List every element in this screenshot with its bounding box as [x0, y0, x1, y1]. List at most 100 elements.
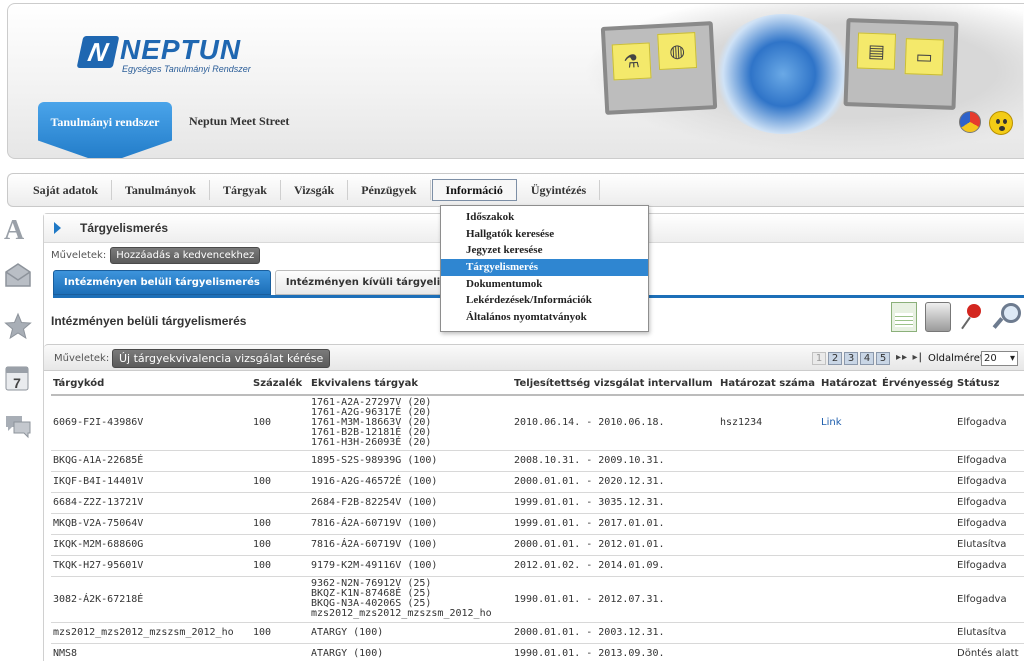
- cell-status: Elfogadva: [955, 576, 1024, 623]
- menu-penzugyek[interactable]: Pénzügyek: [348, 180, 431, 200]
- cell-interval: 1999.01.01. - 2017.01.01.: [512, 513, 718, 535]
- col-targykod[interactable]: Tárgykód: [51, 372, 251, 396]
- cell-pct: 100: [251, 395, 309, 451]
- cell-decision: [819, 450, 880, 472]
- add-to-favorites-button[interactable]: Hozzáadás a kedvencekhez: [110, 247, 261, 264]
- tab-internal-recognition[interactable]: Intézményen belüli tárgyelismerés: [53, 270, 271, 295]
- cell-interval: 1990.01.01. - 2013.09.30.: [512, 643, 718, 661]
- cell-decision: [819, 513, 880, 535]
- left-sidebar: A 7: [0, 210, 34, 661]
- col-hatarozat-szama[interactable]: Határozat száma: [718, 372, 819, 396]
- table-row[interactable]: TKQK-H27-95601V 100 9179-K2M-49116V (100…: [51, 555, 1024, 577]
- cell-equiv: ATARGY (100): [309, 622, 512, 644]
- cell-decision: [819, 471, 880, 493]
- cell-interval: 2008.10.31. - 2009.10.31.: [512, 450, 718, 472]
- cell-decision-no: [718, 643, 819, 661]
- mail-icon[interactable]: [4, 262, 31, 292]
- table-operations-label: Műveletek:: [54, 353, 110, 364]
- table-row[interactable]: NMS8 ATARGY (100) 1990.01.01. - 2013.09.…: [51, 643, 1024, 661]
- svg-text:7: 7: [13, 375, 21, 391]
- cell-equiv: 7816-Á2A-60719V (100): [309, 534, 512, 556]
- cell-code: NMS8: [51, 643, 251, 661]
- excel-export-icon[interactable]: [891, 302, 917, 332]
- dropdown-idoszakok[interactable]: Időszakok: [441, 209, 648, 226]
- col-hatarozat[interactable]: Határozat: [819, 372, 880, 396]
- page-5-button[interactable]: 5: [876, 352, 890, 365]
- title-arrow-icon: [54, 222, 61, 234]
- col-ekvivalens[interactable]: Ekvivalens tárgyak: [309, 372, 512, 396]
- dropdown-dokumentumok[interactable]: Dokumentumok: [441, 276, 648, 293]
- logo-text: NEPTUN: [120, 34, 242, 65]
- meet-street-link[interactable]: Neptun Meet Street: [189, 114, 289, 129]
- cell-status: Elfogadva: [955, 450, 1024, 472]
- dropdown-hallgatok-keresese[interactable]: Hallgatók keresése: [441, 226, 648, 243]
- cell-decision-no: [718, 492, 819, 514]
- page-3-button[interactable]: 3: [844, 352, 858, 365]
- menu-targyak[interactable]: Tárgyak: [210, 180, 281, 200]
- cell-status: Elutasítva: [955, 622, 1024, 644]
- dropdown-lekerdezesek[interactable]: Lekérdezések/Információk: [441, 292, 648, 309]
- cell-decision-no: [718, 622, 819, 644]
- table-row[interactable]: 6684-Z2Z-13721V 2684-F2B-82254V (100) 19…: [51, 492, 1024, 514]
- page-size-select[interactable]: 20: [981, 351, 1018, 366]
- chat-icon[interactable]: [4, 412, 31, 442]
- cell-validity: [880, 513, 955, 535]
- table-row[interactable]: IKQF-B4I-14401V 100 1916-A2G-46572É (100…: [51, 471, 1024, 493]
- cell-decision-no: [718, 450, 819, 472]
- dropdown-altalanos-nyomtatvanyok[interactable]: Általános nyomtatványok: [441, 309, 648, 326]
- cell-decision: [819, 576, 880, 623]
- page-2-button[interactable]: 2: [828, 352, 842, 365]
- cell-status: Döntés alatt: [955, 643, 1024, 661]
- dropdown-targyelismeres[interactable]: Tárgyelismerés: [441, 259, 648, 276]
- cell-status: Elutasítva: [955, 534, 1024, 556]
- new-request-button[interactable]: Új tárgyekvivalencia vizsgálat kérése: [112, 349, 331, 368]
- board-left-icon: ⚗ ◍: [600, 21, 718, 115]
- menu-vizsgak[interactable]: Vizsgák: [281, 180, 349, 200]
- page-1-button[interactable]: 1: [812, 352, 826, 365]
- cell-validity: [880, 576, 955, 623]
- table-row[interactable]: BKQG-A1A-22685É 1895-S2S-98939G (100) 20…: [51, 450, 1024, 472]
- col-statusz[interactable]: Státusz: [955, 372, 1024, 396]
- menu-informacio[interactable]: Információ: [431, 179, 517, 201]
- cell-equiv: 1761-A2A-27297V (20) 1761-A2G-96317É (20)…: [309, 395, 512, 451]
- cell-pct: 100: [251, 513, 309, 535]
- menu-tanulmanyok[interactable]: Tanulmányok: [112, 180, 210, 200]
- calendar-icon[interactable]: 7: [4, 362, 30, 392]
- print-icon[interactable]: [925, 302, 951, 332]
- col-ervenyesseg[interactable]: Érvényesség: [880, 372, 955, 396]
- table-row[interactable]: mzs2012_mzs2012_mzszsm_2012_ho 100 ATARG…: [51, 622, 1024, 644]
- cell-decision: [819, 534, 880, 556]
- page: N NEPTUN Egységes Tanulmányi Rendszer ⚗ …: [0, 0, 1024, 661]
- menu-sajat-adatok[interactable]: Saját adatok: [25, 180, 113, 200]
- table-row[interactable]: IKQK-M2M-68860G 100 7816-Á2A-60719V (100…: [51, 534, 1024, 556]
- color-theme-icon[interactable]: [959, 111, 981, 133]
- cell-code: 6684-Z2Z-13721V: [51, 492, 251, 514]
- cell-equiv: 7816-Á2A-60719V (100): [309, 513, 512, 535]
- table-row[interactable]: 3082-Á2K-67218É 9362-N2N-76912V (25) BKQZ…: [51, 576, 1024, 623]
- cell-pct: 100: [251, 555, 309, 577]
- cell-validity: [880, 395, 955, 451]
- splash-figure-icon: [713, 14, 853, 134]
- pin-icon[interactable]: [959, 302, 985, 332]
- decision-link[interactable]: Link: [819, 395, 880, 451]
- header-illustration: ⚗ ◍ ▤ ▭: [583, 4, 1023, 154]
- cell-code: IKQF-B4I-14401V: [51, 471, 251, 493]
- favorites-star-icon[interactable]: [4, 312, 32, 342]
- table-row[interactable]: 6069-F2I-43986V 100 1761-A2A-27297V (20)…: [51, 395, 1024, 451]
- smiley-icon[interactable]: [989, 111, 1013, 135]
- col-intervallum[interactable]: Teljesítettség vizsgálat intervallum: [512, 372, 718, 396]
- system-tab[interactable]: Tanulmányi rendszer: [38, 102, 172, 158]
- dropdown-jegyzet-keresese[interactable]: Jegyzet keresése: [441, 242, 648, 259]
- cell-pct: 100: [251, 471, 309, 493]
- pager-next-last-icon[interactable]: ▸▸ ▸|: [896, 352, 923, 363]
- cell-interval: 2010.06.14. - 2010.06.18.: [512, 395, 718, 451]
- font-size-icon[interactable]: A: [4, 215, 30, 246]
- logo-mark-icon: N: [76, 36, 120, 68]
- menu-ugyintezes[interactable]: Ügyintézés: [518, 180, 601, 200]
- page-4-button[interactable]: 4: [860, 352, 874, 365]
- cell-code: 3082-Á2K-67218É: [51, 576, 251, 623]
- search-zoom-icon[interactable]: [993, 302, 1021, 332]
- logo-subtitle: Egységes Tanulmányi Rendszer: [122, 64, 251, 74]
- table-row[interactable]: MKQB-V2A-75064V 100 7816-Á2A-60719V (100…: [51, 513, 1024, 535]
- col-szazalek[interactable]: Százalék: [251, 372, 309, 396]
